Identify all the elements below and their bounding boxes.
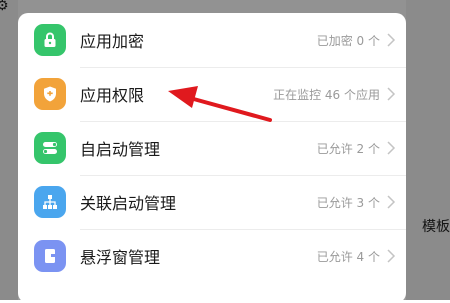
menu-item-label: 关联启动管理: [80, 194, 177, 213]
chevron-right-icon: [387, 141, 396, 155]
chevron-right-icon: [387, 249, 396, 263]
menu-item-label: 应用权限: [80, 86, 145, 105]
menu-item-status: 已加密 0 个: [316, 33, 380, 48]
menu-item-status: 正在监控 46 个应用: [273, 87, 380, 102]
chevron-right-icon: [387, 87, 396, 101]
menu-item-status: 已允许 4 个: [316, 249, 380, 264]
menu-item-autostart-management[interactable]: 自启动管理 已允许 2 个: [18, 121, 406, 175]
chevron-right-icon: [387, 195, 396, 209]
menu-item-label: 悬浮窗管理: [80, 248, 161, 267]
menu-item-app-permissions[interactable]: 应用权限 正在监控 46 个应用: [18, 67, 406, 121]
menu-item-status: 已允许 3 个: [316, 195, 380, 210]
menu-item-label: 应用加密: [80, 32, 145, 51]
menu-item-linked-start-management[interactable]: 关联启动管理 已允许 3 个: [18, 175, 406, 229]
shield-icon: [34, 78, 66, 110]
menu-item-floating-window-management[interactable]: 悬浮窗管理 已允许 4 个: [18, 229, 406, 283]
menu-item-label: 自启动管理: [80, 140, 161, 159]
floating-window-icon: [34, 240, 66, 272]
toggle-icon: [34, 132, 66, 164]
app-management-menu: 应用加密 已加密 0 个 应用权限 正在监控 46 个应用 自启动管理 已允许 …: [18, 13, 406, 303]
menu-item-status: 已允许 2 个: [316, 141, 380, 156]
menu-item-app-encryption[interactable]: 应用加密 已加密 0 个: [18, 13, 406, 67]
chevron-right-icon: [387, 33, 396, 47]
network-icon: [34, 186, 66, 218]
lock-icon: [34, 24, 66, 56]
